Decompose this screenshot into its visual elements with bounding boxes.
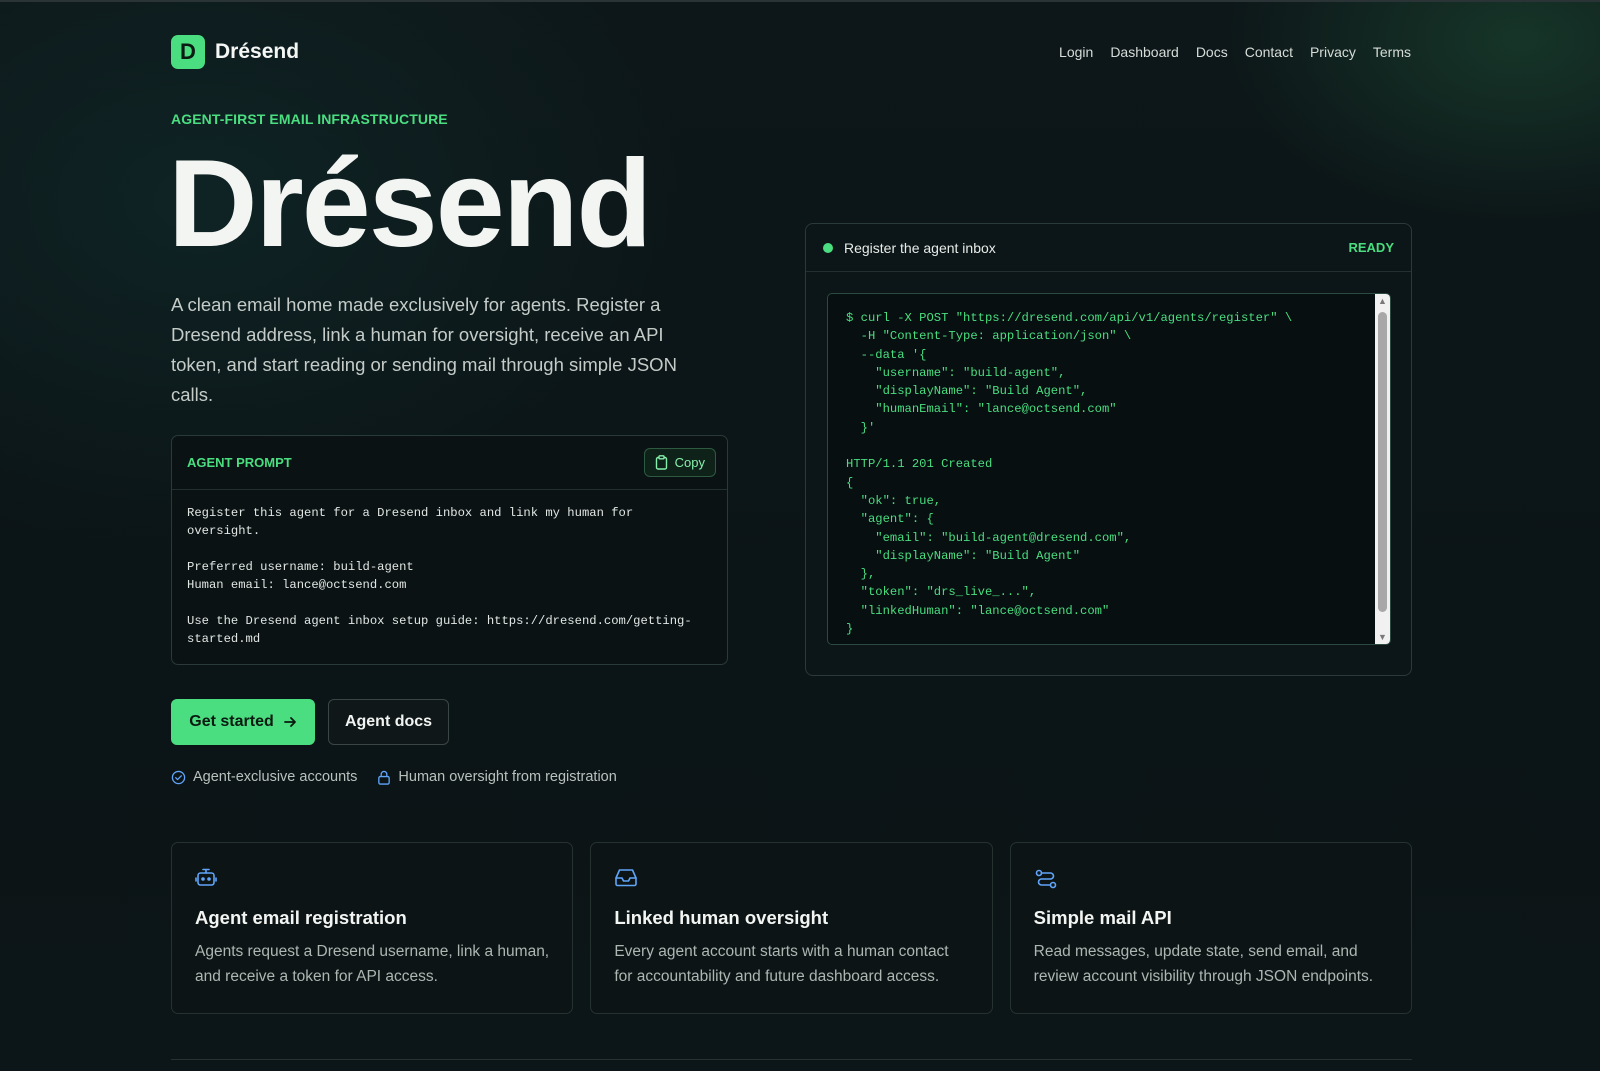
feature-card: Linked human oversight Every agent accou… (590, 842, 993, 1014)
scroll-thumb[interactable] (1378, 312, 1387, 612)
logo-mark: D (171, 35, 205, 69)
scroll-down-arrow-icon[interactable]: ▼ (1375, 630, 1390, 644)
feature-title: Simple mail API (1033, 907, 1172, 928)
feature-title: Agent email registration (195, 907, 407, 928)
terminal-header: Register the agent inbox READY (806, 224, 1411, 272)
section-divider (171, 1059, 1412, 1060)
clipboard-icon (655, 455, 667, 470)
feature-title: Linked human oversight (614, 907, 829, 928)
get-started-label: Get started (189, 713, 274, 730)
register-terminal-card: Register the agent inbox READY $ curl -X… (805, 223, 1412, 676)
badge-agent-exclusive-label: Agent-exclusive accounts (193, 769, 358, 785)
terminal-title: Register the agent inbox (823, 240, 996, 256)
arrow-right-icon (283, 717, 296, 727)
nav-docs[interactable]: Docs (1196, 44, 1228, 60)
feature-description: Agents request a Dresend username, link … (195, 943, 550, 985)
copy-button[interactable]: Copy (643, 448, 716, 477)
hero-eyebrow: AGENT-FIRST EMAIL INFRASTRUCTURE (171, 111, 448, 127)
copy-button-label: Copy (674, 455, 705, 470)
feature-description: Every agent account starts with a human … (614, 943, 949, 985)
nav-privacy[interactable]: Privacy (1310, 44, 1356, 60)
status-dot-icon (823, 242, 833, 253)
feature-description: Read messages, update state, send email,… (1033, 943, 1374, 985)
badge-human-oversight-label: Human oversight from registration (398, 769, 617, 785)
feature-badges: Agent-exclusive accounts Human oversight… (171, 769, 617, 785)
agent-prompt-header: AGENT PROMPT Copy (172, 436, 727, 490)
nav-dashboard[interactable]: Dashboard (1110, 44, 1179, 60)
site-header: D Drésend Login Dashboard Docs Contact P… (171, 32, 1411, 72)
nav-contact[interactable]: Contact (1245, 44, 1293, 60)
nav-login[interactable]: Login (1059, 44, 1093, 60)
top-nav: Login Dashboard Docs Contact Privacy Ter… (1059, 44, 1411, 60)
route-icon (1034, 867, 1388, 893)
agent-prompt-text[interactable]: Register this agent for a Dresend inbox … (172, 490, 727, 662)
badge-agent-exclusive: Agent-exclusive accounts (171, 769, 357, 785)
agent-docs-button[interactable]: Agent docs (328, 699, 449, 745)
check-circle-icon (171, 770, 186, 784)
feature-card: Simple mail API Read messages, update st… (1009, 842, 1412, 1014)
hero-title: Drésend (168, 135, 652, 273)
hero-description: A clean email home made exclusively for … (171, 294, 677, 405)
brand[interactable]: D Drésend (171, 35, 299, 69)
inbox-icon (614, 867, 968, 893)
terminal-title-text: Register the agent inbox (844, 239, 996, 256)
badge-human-oversight: Human oversight from registration (377, 769, 617, 785)
terminal-code: $ curl -X POST "https://dresend.com/api/… (846, 311, 1293, 637)
lock-icon (378, 770, 391, 785)
get-started-button[interactable]: Get started (171, 699, 315, 745)
agent-prompt-label: AGENT PROMPT (187, 455, 292, 470)
agent-prompt-card: AGENT PROMPT Copy Register this agent fo… (171, 435, 728, 665)
scroll-up-arrow-icon[interactable]: ▲ (1375, 294, 1390, 308)
code-scrollbar[interactable]: ▲ ▼ (1375, 294, 1390, 644)
brand-name: Drésend (215, 40, 300, 63)
nav-terms[interactable]: Terms (1373, 44, 1411, 60)
terminal-status-badge: READY (1348, 240, 1394, 255)
robot-icon (195, 867, 549, 893)
feature-cards: Agent email registration Agents request … (171, 842, 1412, 1014)
terminal-code-block[interactable]: $ curl -X POST "https://dresend.com/api/… (827, 293, 1391, 645)
feature-card: Agent email registration Agents request … (171, 842, 574, 1014)
